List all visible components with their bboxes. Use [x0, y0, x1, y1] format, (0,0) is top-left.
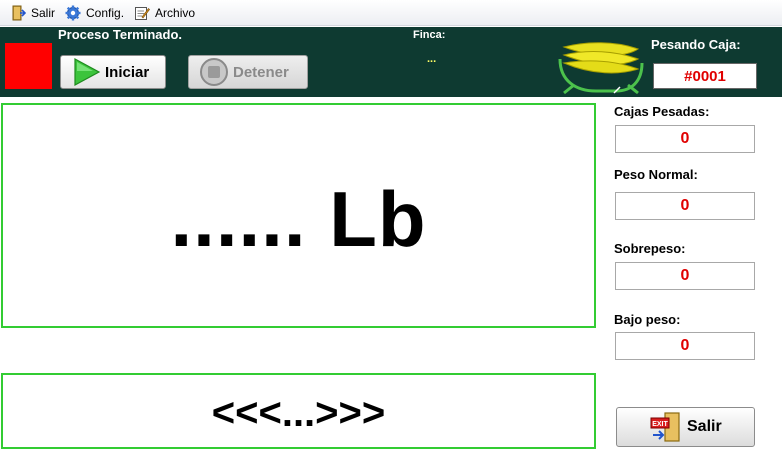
menu-item-label: Config. [86, 5, 125, 20]
start-button[interactable]: Iniciar [60, 55, 166, 89]
weighing-app-window: Salir Config. Archivo Proceso Terminado.… [0, 0, 782, 455]
stop-icon [199, 57, 229, 87]
start-button-label: Iniciar [105, 63, 150, 81]
exit-sign-icon: EXIT [649, 410, 683, 444]
exit-button-label: Salir [687, 418, 722, 435]
overweight-label: Sobrepeso: [614, 241, 686, 256]
box-number: #0001 [653, 63, 757, 89]
stop-button-label: Detener [233, 63, 289, 81]
exit-door-icon [10, 5, 27, 21]
direction-display-panel: <<<...>>> [1, 373, 596, 449]
menu-item-label: Salir [31, 5, 56, 20]
menu-item-archivo[interactable]: Archivo [134, 0, 195, 26]
menu-bar: Salir Config. Archivo [0, 0, 782, 26]
normal-weight-value: 0 [615, 192, 755, 220]
direction-value: <<<...>>> [211, 390, 386, 435]
status-indicator [5, 43, 52, 89]
menu-item-salir[interactable]: Salir [10, 0, 55, 26]
farm-value: ... [427, 53, 437, 65]
weight-value: ...... Lb [170, 175, 427, 263]
banana-scale-logo [556, 41, 646, 95]
overweight-value: 0 [615, 262, 755, 290]
farm-label: Finca: [413, 29, 446, 41]
underweight-value: 0 [615, 332, 755, 360]
menu-item-config[interactable]: Config. [65, 0, 124, 26]
play-icon [71, 57, 101, 87]
exit-button[interactable]: EXIT Salir [616, 407, 755, 447]
underweight-label: Bajo peso: [614, 312, 681, 327]
weight-display-panel: ...... Lb [1, 103, 596, 328]
stop-button[interactable]: Detener [188, 55, 308, 89]
menu-item-label: Archivo [155, 5, 196, 20]
box-label: Pesando Caja: [651, 37, 741, 52]
edit-file-icon [134, 5, 151, 21]
header-panel: Proceso Terminado. Iniciar Detener Finca… [0, 27, 782, 97]
process-status-label: Proceso Terminado. [58, 27, 183, 42]
gear-icon [65, 5, 81, 21]
boxes-weighed-value: 0 [615, 125, 755, 153]
svg-text:EXIT: EXIT [652, 421, 668, 428]
boxes-weighed-label: Cajas Pesadas: [614, 104, 710, 119]
normal-weight-label: Peso Normal: [614, 167, 698, 182]
